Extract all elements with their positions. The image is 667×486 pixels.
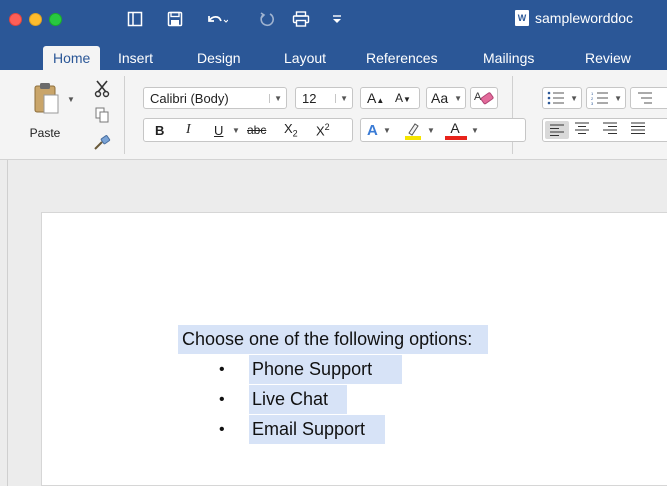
redo-icon[interactable] (256, 9, 276, 29)
paste-icon[interactable] (28, 80, 64, 116)
align-center-icon[interactable] (575, 122, 589, 137)
clear-formatting-button[interactable]: A (470, 87, 498, 109)
font-format-group: B I U ▼ abc X2 X2 (143, 118, 353, 142)
list-item-phone-support[interactable]: Phone Support (249, 355, 403, 384)
superscript-button[interactable]: X2 (316, 122, 330, 138)
font-color-bar (445, 136, 467, 140)
ribbon-separator (512, 76, 513, 154)
vertical-ruler (0, 160, 8, 486)
text-effects-button[interactable]: A (367, 122, 378, 139)
grow-shrink-group: A▲ A▼ (360, 87, 420, 109)
strikethrough-button[interactable]: abc (247, 123, 266, 137)
shrink-font-button[interactable]: A▼ (395, 91, 411, 105)
font-color-caret-icon[interactable]: ▼ (471, 126, 479, 135)
font-size-value: 12 (302, 90, 317, 106)
eraser-icon: A (474, 91, 494, 105)
ribbon-tabs: Home Insert Design Layout References Mai… (0, 46, 667, 70)
cut-icon[interactable] (90, 78, 114, 100)
format-painter-icon[interactable] (90, 132, 114, 154)
paste-label[interactable]: Paste (22, 122, 68, 144)
bullet-marker-icon: • (219, 391, 225, 408)
tab-design[interactable]: Design (187, 46, 251, 70)
save-icon[interactable] (164, 9, 186, 29)
tab-home[interactable]: Home (43, 46, 101, 70)
font-color-button[interactable]: A (445, 120, 465, 136)
change-case-caret-icon: ▼ (454, 93, 462, 103)
word-document-icon: W (515, 10, 529, 26)
bullet-marker-icon: • (219, 361, 225, 378)
alignment-group (542, 118, 667, 142)
font-color-group: A ▼ ▼ A ▼ (360, 118, 526, 142)
ribbon-home: ▼ Paste Calibri (Body) ▼ 12 ▼ A▲ A▼ Aa ▼ (0, 70, 667, 160)
copy-icon[interactable] (90, 104, 114, 126)
bullet-marker-icon: • (219, 421, 225, 438)
numbering-caret-icon: ▼ (614, 93, 622, 103)
multilevel-list-icon (638, 92, 652, 104)
underline-caret-icon[interactable]: ▼ (232, 126, 240, 135)
font-family-value: Calibri (Body) (150, 90, 229, 106)
tab-references[interactable]: References (356, 46, 448, 70)
align-right-icon[interactable] (603, 122, 617, 137)
tab-insert[interactable]: Insert (108, 46, 163, 70)
tab-layout[interactable]: Layout (274, 46, 336, 70)
customize-toolbar-icon[interactable] (330, 9, 344, 29)
tab-review[interactable]: Review (575, 46, 641, 70)
numbering-button[interactable]: 123 ▼ (586, 87, 626, 109)
numbered-list-icon: 123 (591, 91, 608, 105)
bullets-caret-icon: ▼ (570, 93, 578, 103)
font-family-dropdown[interactable]: Calibri (Body) ▼ (143, 87, 287, 109)
close-window-button[interactable] (9, 13, 22, 26)
bullets-button[interactable]: ▼ (542, 87, 582, 109)
sidebar-toggle-icon[interactable] (124, 9, 146, 29)
document-title-text: sampleworddoc (535, 10, 634, 26)
underline-button[interactable]: U (214, 123, 223, 138)
title-bar: W sampleworddoc (0, 0, 667, 46)
subscript-button[interactable]: X2 (284, 121, 298, 139)
svg-text:3: 3 (591, 101, 594, 105)
text-effects-caret-icon[interactable]: ▼ (383, 126, 391, 135)
italic-button[interactable]: I (186, 122, 191, 138)
justify-icon[interactable] (631, 122, 645, 137)
change-case-label: Aa (431, 90, 449, 106)
tab-mailings[interactable]: Mailings (473, 46, 544, 70)
multilevel-list-button[interactable] (630, 87, 667, 109)
highlight-icon[interactable] (403, 121, 425, 141)
font-size-dropdown[interactable]: 12 ▼ (295, 87, 353, 109)
document-title: W sampleworddoc (515, 10, 633, 26)
undo-icon[interactable] (200, 9, 234, 29)
font-size-caret-icon: ▼ (335, 93, 348, 103)
word-window: W sampleworddoc Home Insert Design Layou… (0, 0, 667, 486)
document-intro-text[interactable]: Choose one of the following options: (178, 325, 489, 354)
print-icon[interactable] (290, 9, 312, 29)
grow-font-button[interactable]: A▲ (367, 90, 384, 106)
list-item-live-chat[interactable]: Live Chat (249, 385, 348, 414)
highlight-caret-icon[interactable]: ▼ (427, 126, 435, 135)
list-item-email-support[interactable]: Email Support (249, 415, 386, 444)
ribbon-separator (124, 76, 125, 154)
bold-button[interactable]: B (155, 123, 164, 138)
svg-text:A: A (474, 91, 482, 103)
minimize-window-button[interactable] (29, 13, 42, 26)
change-case-button[interactable]: Aa ▼ (426, 87, 466, 109)
font-family-caret-icon: ▼ (269, 93, 282, 103)
paste-dropdown-icon[interactable]: ▼ (65, 88, 77, 110)
zoom-window-button[interactable] (49, 13, 62, 26)
align-left-icon[interactable] (545, 121, 569, 139)
bullet-list-icon (547, 91, 564, 105)
